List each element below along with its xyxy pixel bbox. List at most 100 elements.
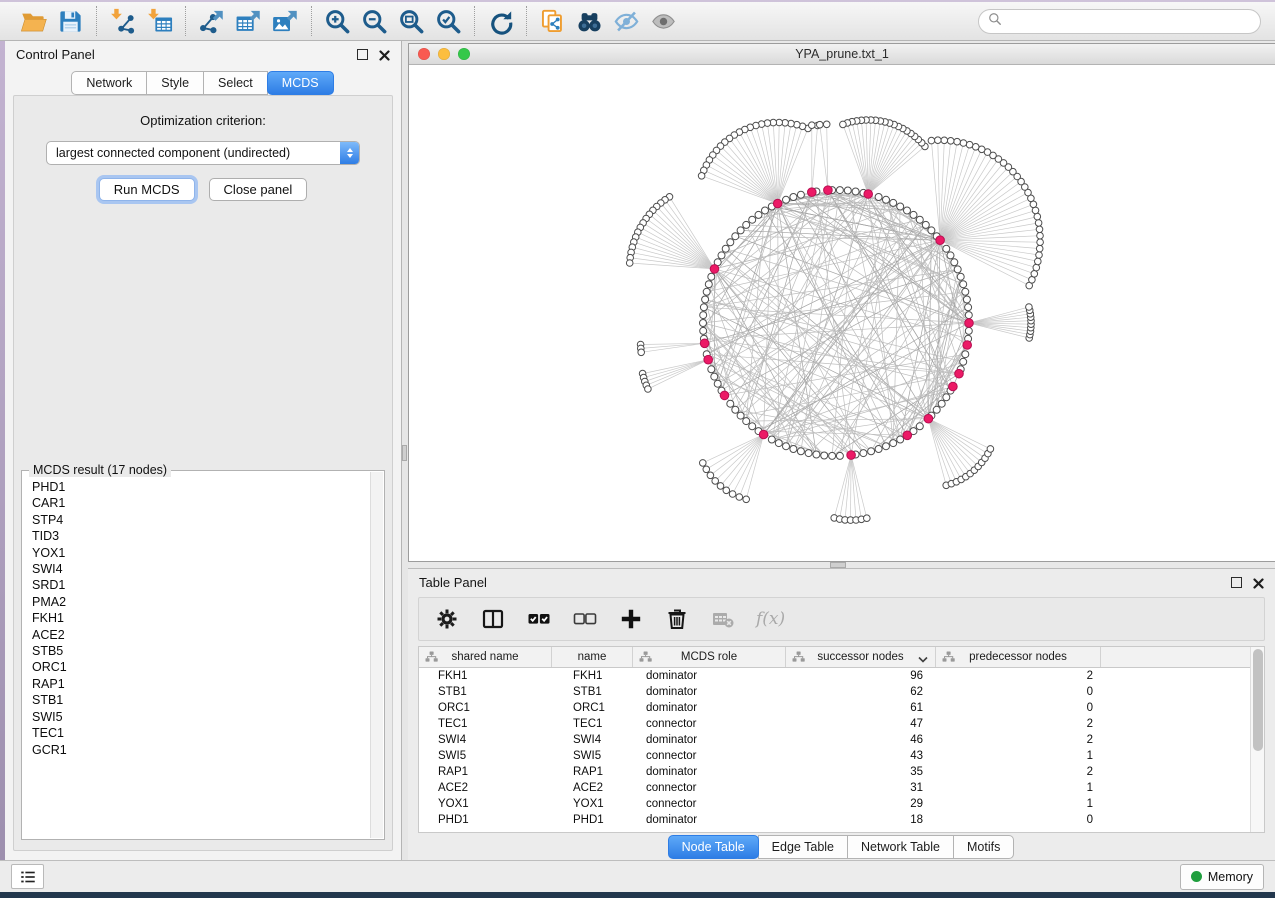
trash-icon	[665, 607, 689, 631]
result-scrollbar[interactable]	[370, 472, 383, 838]
column-header-name[interactable]: name	[552, 647, 633, 667]
table-row[interactable]: SWI4SWI4dominator462	[419, 732, 1264, 748]
table-row[interactable]: ORC1ORC1dominator610	[419, 700, 1264, 716]
show-panels-list-button[interactable]	[11, 864, 44, 889]
network-search-box[interactable]	[978, 9, 1261, 34]
result-node-item[interactable]: CAR1	[32, 495, 374, 511]
tab-mcds[interactable]: MCDS	[267, 71, 334, 95]
tab-motifs[interactable]: Motifs	[953, 835, 1014, 859]
column-panel-button[interactable]	[480, 607, 505, 632]
tab-network-table[interactable]: Network Table	[847, 835, 954, 859]
zoom-selected-button[interactable]	[430, 5, 467, 37]
tab-node-table[interactable]: Node Table	[668, 835, 759, 859]
result-node-item[interactable]: SRD1	[32, 577, 374, 593]
import-network-button[interactable]	[104, 5, 141, 37]
minimize-window-icon[interactable]	[438, 48, 450, 60]
result-node-item[interactable]: STP4	[32, 512, 374, 528]
select-all-button[interactable]	[526, 607, 551, 632]
zoom-fit-icon	[398, 8, 425, 35]
network-window-titlebar[interactable]: YPA_prune.txt_1	[409, 44, 1275, 65]
result-node-item[interactable]: FKH1	[32, 610, 374, 626]
refresh-button[interactable]	[482, 5, 519, 37]
close-panel-button[interactable]: Close panel	[209, 178, 308, 201]
horizontal-splitter[interactable]	[408, 562, 1275, 568]
optimization-criterion-label: Optimization criterion:	[140, 113, 266, 128]
mcds-result-list[interactable]: PHD1CAR1STP4TID3YOX1SWI4SRD1PMA2FKH1ACE2…	[22, 471, 384, 758]
close-window-icon[interactable]	[418, 48, 430, 60]
float-panel-icon[interactable]	[357, 49, 368, 60]
hide-selected-button[interactable]	[608, 5, 645, 37]
table-tabs: Node TableEdge TableNetwork TableMotifs	[408, 833, 1275, 860]
export-table-button[interactable]	[230, 5, 267, 37]
table-scrollbar-thumb[interactable]	[1253, 649, 1263, 751]
table-row[interactable]: PHD1PHD1dominator180	[419, 812, 1264, 828]
result-node-item[interactable]: TEC1	[32, 725, 374, 741]
show-all-button[interactable]	[645, 5, 682, 37]
tab-edge-table[interactable]: Edge Table	[758, 835, 848, 859]
save-session-button[interactable]	[52, 5, 89, 37]
result-node-item[interactable]: PHD1	[32, 479, 374, 495]
table-row[interactable]: YOX1YOX1connector291	[419, 796, 1264, 812]
add-button[interactable]	[618, 607, 643, 632]
column-header-shared-name[interactable]: shared name	[419, 647, 552, 667]
table-scrollbar[interactable]	[1250, 647, 1264, 832]
result-node-item[interactable]: YOX1	[32, 545, 374, 561]
search-input[interactable]	[1008, 13, 1251, 29]
tab-network[interactable]: Network	[71, 71, 147, 95]
import-table-button[interactable]	[141, 5, 178, 37]
table-row[interactable]: ACE2ACE2connector311	[419, 780, 1264, 796]
table-row[interactable]: STB1STB1dominator620	[419, 684, 1264, 700]
close-table-panel-icon[interactable]	[1253, 577, 1264, 588]
desktop-wallpaper-bottom	[0, 892, 1275, 898]
result-node-item[interactable]: SWI4	[32, 561, 374, 577]
column-header-predecessor-nodes[interactable]: predecessor nodes	[936, 647, 1101, 667]
network-canvas[interactable]	[409, 65, 1275, 561]
table-row[interactable]: FKH1FKH1dominator962	[419, 668, 1264, 684]
trash-button[interactable]	[664, 607, 689, 632]
result-node-item[interactable]: ACE2	[32, 627, 374, 643]
cell-successor-nodes: 61	[786, 702, 936, 714]
table-row[interactable]: RAP1RAP1dominator352	[419, 764, 1264, 780]
column-header-successor-nodes[interactable]: successor nodes	[786, 647, 936, 667]
result-node-item[interactable]: TID3	[32, 528, 374, 544]
result-node-item[interactable]: STB1	[32, 692, 374, 708]
zoom-in-icon	[324, 8, 351, 35]
export-network-button[interactable]	[193, 5, 230, 37]
table-row[interactable]: SWI5SWI5connector431	[419, 748, 1264, 764]
vertical-splitter-handle[interactable]	[402, 445, 407, 461]
copy-network-button[interactable]	[534, 5, 571, 37]
app-window: Control Panel NetworkStyleSelectMCDS Opt…	[0, 0, 1275, 898]
result-node-item[interactable]: PMA2	[32, 594, 374, 610]
zoom-in-button[interactable]	[319, 5, 356, 37]
run-mcds-button[interactable]: Run MCDS	[99, 178, 195, 201]
memory-button[interactable]: Memory	[1180, 864, 1264, 890]
vertical-splitter[interactable]	[401, 41, 408, 860]
tab-style[interactable]: Style	[146, 71, 204, 95]
zoom-out-button[interactable]	[356, 5, 393, 37]
result-node-item[interactable]: SWI5	[32, 709, 374, 725]
cell-MCDS-role: dominator	[633, 814, 786, 826]
horizontal-splitter-handle[interactable]	[830, 562, 846, 568]
gear-button[interactable]	[434, 607, 459, 632]
table-row[interactable]: TEC1TEC1connector472	[419, 716, 1264, 732]
float-table-panel-icon[interactable]	[1231, 577, 1242, 588]
zoom-fit-button[interactable]	[393, 5, 430, 37]
network-graph[interactable]	[409, 65, 1275, 561]
cell-MCDS-role: dominator	[633, 734, 786, 746]
deselect-all-button[interactable]	[572, 607, 597, 632]
result-node-item[interactable]: RAP1	[32, 676, 374, 692]
search-icon	[988, 12, 1002, 31]
table-panel-title: Table Panel	[419, 575, 487, 590]
tab-select[interactable]: Select	[203, 71, 268, 95]
result-node-item[interactable]: ORC1	[32, 659, 374, 675]
dropdown-selected-value: largest connected component (undirected)	[56, 146, 290, 160]
close-panel-icon[interactable]	[379, 49, 390, 60]
optimization-criterion-dropdown[interactable]: largest connected component (undirected)	[46, 141, 360, 165]
open-file-button[interactable]	[15, 5, 52, 37]
search-binoculars-button[interactable]	[571, 5, 608, 37]
export-image-button[interactable]	[267, 5, 304, 37]
result-node-item[interactable]: STB5	[32, 643, 374, 659]
maximize-window-icon[interactable]	[458, 48, 470, 60]
result-node-item[interactable]: GCR1	[32, 742, 374, 758]
column-header-MCDS-role[interactable]: MCDS role	[633, 647, 786, 667]
